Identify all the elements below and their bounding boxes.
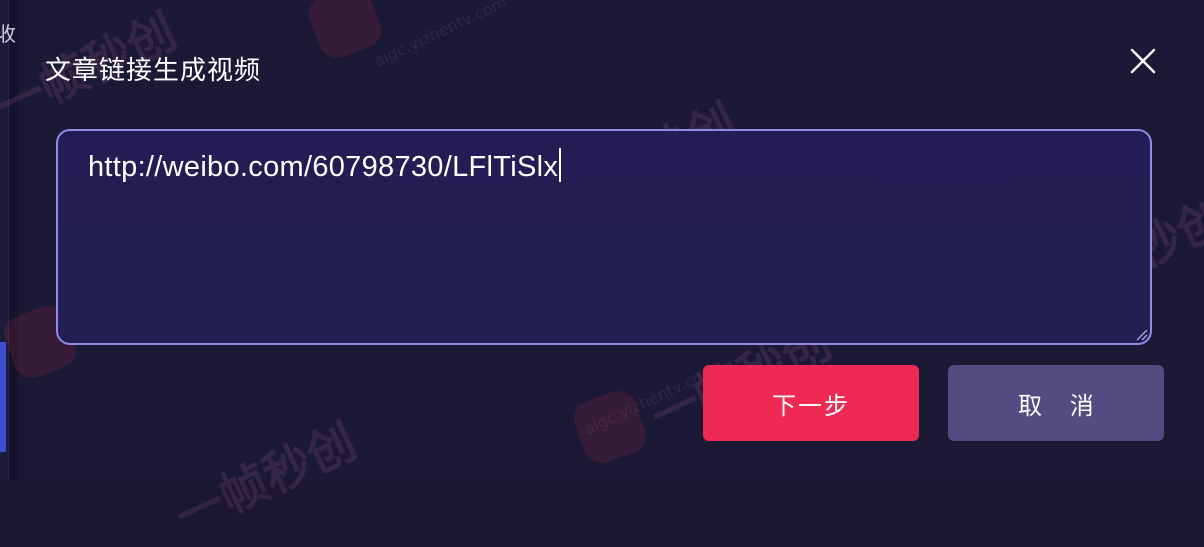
resize-grip-icon[interactable] bbox=[1134, 327, 1148, 341]
watermark-domain: aigc.yizhentv.com bbox=[370, 0, 510, 71]
article-link-dialog: 一帧秒创 aigc.yizhentv.com 一帧秒创 aigc.yizhent… bbox=[0, 0, 1204, 545]
watermark-logo bbox=[303, 0, 387, 64]
text-caret bbox=[559, 148, 562, 182]
article-link-text: http://weibo.com/60798730/LFlTiSlx bbox=[88, 151, 559, 183]
background-sidebar-accent bbox=[0, 342, 6, 452]
background-sidebar-glyph: 收 bbox=[0, 22, 16, 46]
dialog-title: 文章链接生成视频 bbox=[45, 56, 262, 86]
close-button[interactable] bbox=[1126, 44, 1160, 78]
watermark-text: 一帧秒创 bbox=[167, 413, 365, 546]
article-link-textarea[interactable]: http://weibo.com/60798730/LFlTiSlx bbox=[56, 129, 1152, 345]
watermark-logo bbox=[568, 385, 652, 469]
close-icon bbox=[1130, 48, 1156, 74]
background-sidebar: 收 bbox=[0, 0, 16, 480]
cancel-button[interactable]: 取 消 bbox=[948, 365, 1164, 441]
article-link-value: http://weibo.com/60798730/LFlTiSlx bbox=[88, 148, 562, 184]
watermark-domain: aigc.yizhentv.com bbox=[580, 360, 720, 439]
next-step-button[interactable]: 下一步 bbox=[703, 365, 919, 441]
